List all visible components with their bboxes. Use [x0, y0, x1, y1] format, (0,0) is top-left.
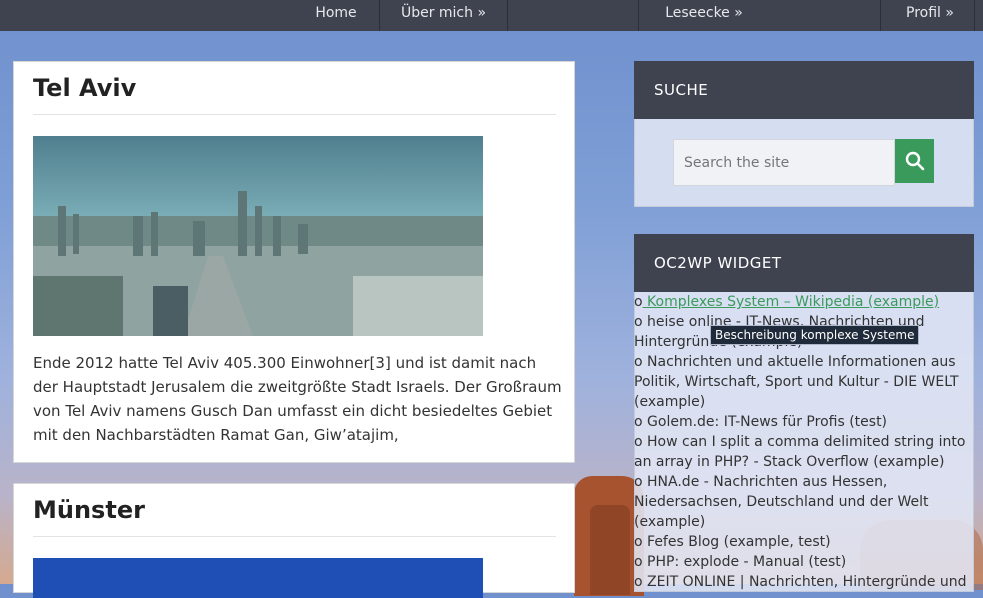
nav-ueber-mich[interactable]: Über mich »: [380, 0, 507, 31]
link-welt[interactable]: Nachrichten und aktuelle Informationen a…: [634, 354, 959, 410]
post-excerpt: Ende 2012 hatte Tel Aviv 405.300 Einwohn…: [33, 354, 562, 444]
link-hna[interactable]: HNA.de - Nachrichten aus Hessen, Nieders…: [634, 474, 928, 530]
bullet: o: [634, 474, 643, 490]
search-input[interactable]: [673, 139, 895, 186]
bullet: o: [634, 414, 643, 430]
link-tooltip: Beschreibung komplexe Systeme: [710, 325, 920, 345]
post-title[interactable]: Tel Aviv: [33, 74, 136, 102]
post-image-tel-aviv-skyline[interactable]: [33, 136, 483, 336]
search-icon: [905, 151, 924, 171]
nav-divider: [507, 0, 508, 31]
link-php-explode[interactable]: PHP: explode - Manual (test): [643, 554, 846, 570]
link-komplexes-system[interactable]: Komplexes System – Wikipedia (example): [643, 294, 939, 310]
list-item: o Nachrichten und aktuelle Informationen…: [634, 352, 979, 412]
bullet: o: [634, 574, 643, 590]
bullet: o: [634, 314, 643, 330]
nav-profil[interactable]: Profil »: [881, 0, 979, 31]
post-muenster: Münster: [13, 483, 575, 598]
search-button[interactable]: [895, 139, 934, 183]
link-golem[interactable]: Golem.de: IT-News für Profis (test): [643, 414, 887, 430]
top-navigation: Home Über mich » Leseecke » Profil »: [0, 0, 983, 31]
bullet: o: [634, 434, 643, 450]
list-item: o Fefes Blog (example, test): [634, 532, 979, 552]
nav-home[interactable]: Home: [293, 0, 379, 31]
link-zeit[interactable]: ZEIT ONLINE | Nachrichten, Hintergründe …: [643, 574, 967, 590]
widget-heading-oc2wp: OC2WP WIDGET: [634, 234, 974, 292]
list-item: o HNA.de - Nachrichten aus Hessen, Niede…: [634, 472, 979, 532]
title-divider: [33, 536, 556, 537]
nav-divider: [974, 0, 975, 31]
link-fefe[interactable]: Fefes Blog (example, test): [643, 534, 831, 550]
post-tel-aviv: Tel Aviv Ende 2012 hatte Tel Aviv 405.30…: [13, 61, 575, 463]
link-stackoverflow[interactable]: How can I split a comma delimited string…: [634, 434, 965, 470]
background-rock: [590, 505, 630, 595]
bullet: o: [634, 554, 643, 570]
post-title[interactable]: Münster: [33, 496, 145, 524]
list-item: o How can I split a comma delimited stri…: [634, 432, 979, 472]
list-item: o PHP: explode - Manual (test): [634, 552, 979, 572]
bullet: o: [634, 534, 643, 550]
title-divider: [33, 114, 556, 115]
nav-leseecke[interactable]: Leseecke »: [639, 0, 769, 31]
post-image-muenster[interactable]: [33, 558, 483, 598]
list-item: o Komplexes System – Wikipedia (example): [634, 292, 979, 312]
bullet: o: [634, 354, 643, 370]
list-item: o Golem.de: IT-News für Profis (test): [634, 412, 979, 432]
list-item: o ZEIT ONLINE | Nachrichten, Hintergründ…: [634, 572, 979, 592]
widget-heading-search: SUCHE: [634, 61, 974, 119]
bullet: o: [634, 294, 643, 310]
